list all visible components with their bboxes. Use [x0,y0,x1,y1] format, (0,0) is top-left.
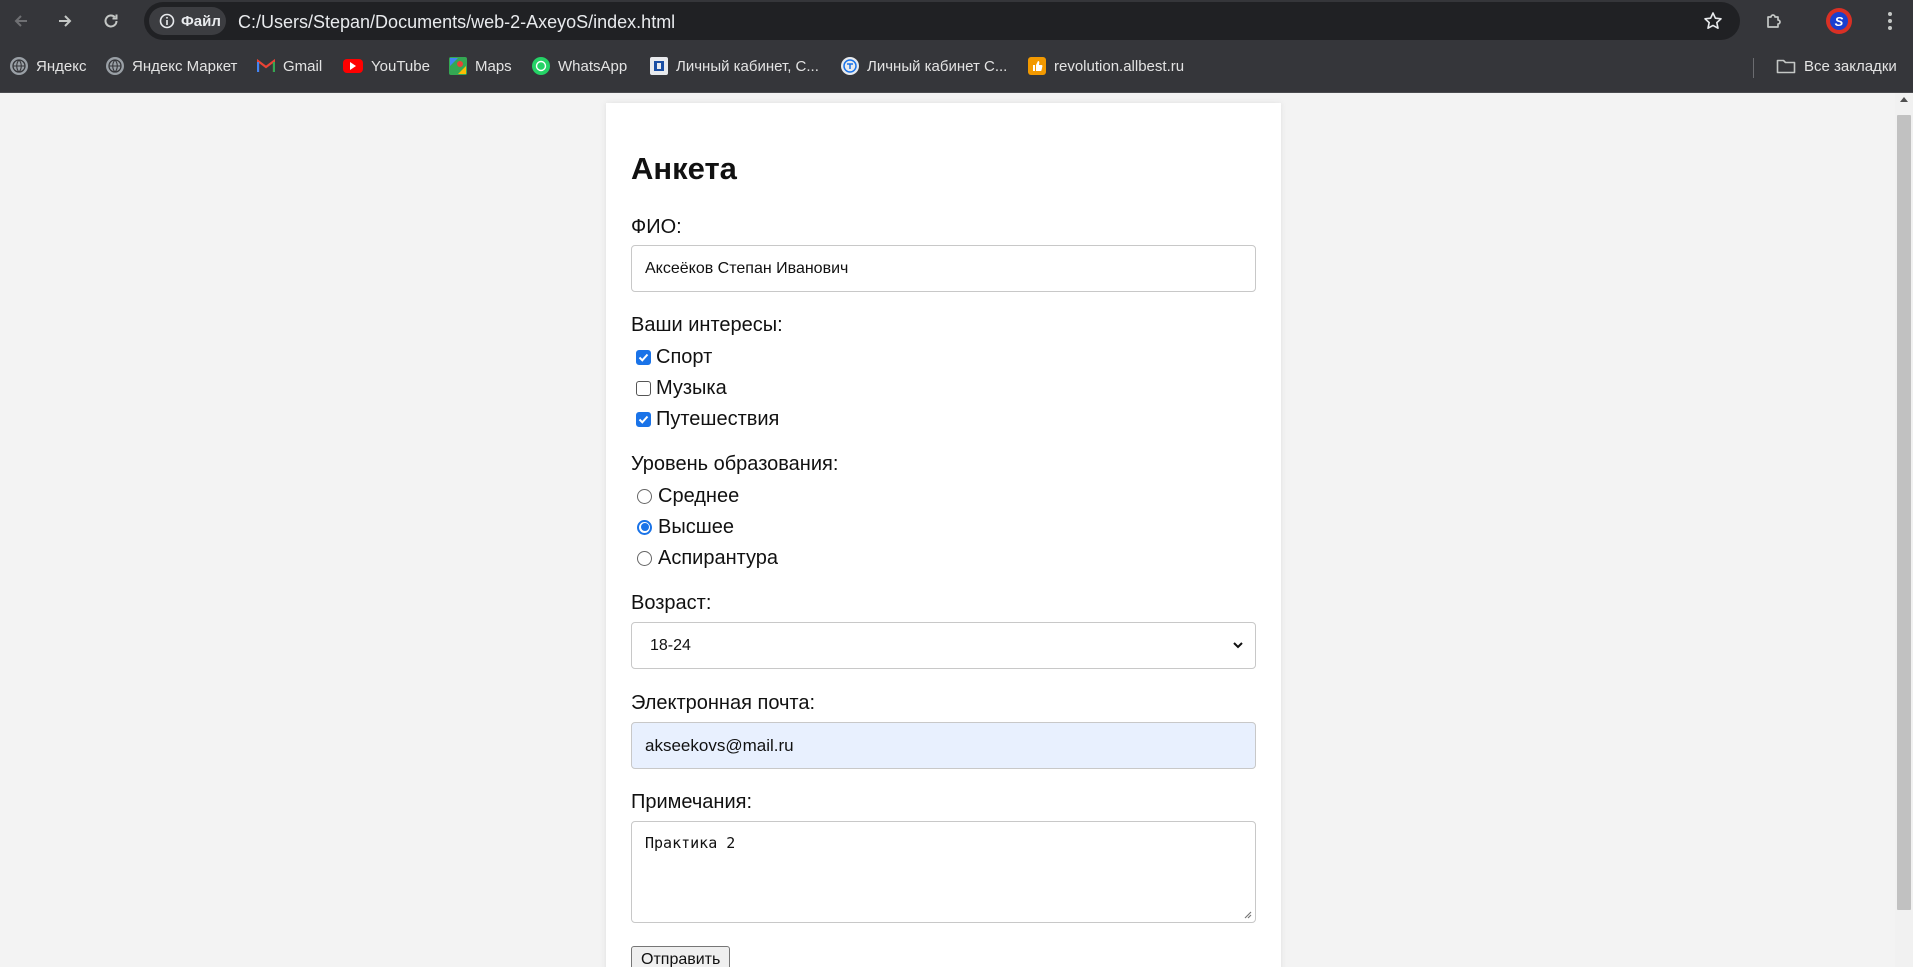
page-viewport: Анкета ФИО: Аксеёков Степан Иванович Ваш… [0,93,1895,967]
interest-travel[interactable]: Путешествия [636,407,779,431]
puzzle-icon [1767,14,1781,28]
profile-avatar[interactable]: S [1826,8,1852,34]
notes-textarea[interactable]: Практика 2 [631,821,1256,923]
radio-label: Аспирантура [658,546,779,569]
education-label: Уровень образования: [631,453,839,475]
interests-label: Ваши интересы: [631,314,783,336]
checkmark-icon [638,353,649,362]
interest-sport[interactable]: Спорт [636,345,712,369]
page-scrollbar[interactable] [1895,93,1913,967]
bookmark-label: WhatsApp [558,57,628,75]
fio-label: ФИО: [631,216,682,238]
reload-button[interactable] [96,7,126,35]
reload-icon [104,14,118,28]
bookmark-label: Gmail [283,57,323,75]
bookmark-label: Личный кабинет С... [867,57,1008,75]
arrow-left-icon [14,15,27,27]
radio-button[interactable] [637,550,652,566]
site-icon [841,57,859,75]
interest-music[interactable]: Музыка [636,376,727,400]
bookmark-youtube[interactable]: YouTube [343,54,430,78]
bookmark-gmail[interactable]: Gmail [257,54,322,78]
bookmark-personal-account-2[interactable]: Личный кабинет С... [841,54,1007,78]
email-field[interactable]: akseekovs@mail.ru [631,722,1256,769]
bookmark-label: Яндекс [36,57,87,75]
menu-dot-icon [1888,12,1892,16]
resize-grip-icon[interactable] [1243,910,1252,919]
checkbox[interactable] [636,411,651,427]
bookmark-maps[interactable]: Maps [449,54,512,78]
site-info-chip[interactable]: Файл [149,7,226,35]
checkbox-label: Путешествия [656,407,780,430]
radio-button[interactable] [637,488,652,504]
age-select-value: 18-24 [650,636,691,654]
star-icon [1704,12,1722,29]
age-select[interactable]: 18-24 [631,622,1256,669]
bookmark-personal-account-1[interactable]: Личный кабинет, С... [650,54,819,78]
bookmark-label: Личный кабинет, С... [676,57,819,75]
profile-initial: S [1830,12,1848,30]
browser-menu-button[interactable] [1880,8,1900,34]
forward-button[interactable] [50,7,80,35]
menu-dot-icon [1888,26,1892,30]
checkbox-label: Спорт [656,345,713,368]
form-card: Анкета ФИО: Аксеёков Степан Иванович Ваш… [606,103,1281,967]
url-text[interactable]: C:/Users/Stepan/Documents/web-2-AxeyoS/i… [238,12,675,33]
page-title: Анкета [631,151,737,186]
bookmark-label: YouTube [371,57,430,75]
checkmark-icon [638,415,649,424]
whatsapp-icon [532,57,550,75]
gmail-icon [257,57,275,75]
bookmarks-divider [1753,58,1754,78]
globe-icon [106,57,124,75]
folder-icon [1776,59,1796,74]
radio-button[interactable] [637,519,652,535]
back-button[interactable] [6,7,36,35]
education-higher[interactable]: Высшее [637,515,734,539]
checkbox[interactable] [636,349,651,365]
info-icon [159,13,175,29]
arrow-right-icon [59,15,72,27]
address-bar[interactable]: Файл C:/Users/Stepan/Documents/web-2-Axe… [144,2,1740,40]
chevron-down-icon [1233,642,1243,649]
fio-input[interactable]: Аксеёков Степан Иванович [631,245,1256,292]
all-bookmarks-label: Все закладки [1804,57,1897,75]
site-icon [650,57,668,75]
menu-dot-icon [1888,19,1892,23]
scroll-up-arrow-icon[interactable] [1900,97,1908,102]
notes-text: Практика 2 [645,834,736,852]
bookmark-yandex-market[interactable]: Яндекс Маркет [106,54,237,78]
radio-label: Среднее [658,484,740,507]
maps-icon [449,57,467,75]
all-bookmarks-button[interactable]: Все закладки [1776,54,1897,78]
scrollbar-thumb[interactable] [1897,115,1911,910]
bookmarks-bar: Яндекс Яндекс Маркет Gmail YouTube Maps … [0,42,1913,93]
extensions-button[interactable] [1760,7,1788,35]
bookmark-star-button[interactable] [1700,8,1726,34]
notes-label: Примечания: [631,791,753,813]
bookmark-label: revolution.allbest.ru [1054,57,1185,75]
submit-button[interactable]: Отправить [631,946,731,967]
youtube-icon [343,59,363,73]
age-label: Возраст: [631,592,712,614]
bookmark-allbest[interactable]: revolution.allbest.ru [1028,54,1184,78]
bookmark-label: Maps [475,57,512,75]
email-label: Электронная почта: [631,692,816,714]
thumbs-up-icon [1028,57,1046,75]
bookmark-yandex[interactable]: Яндекс [10,54,86,78]
checkbox-label: Музыка [656,376,727,399]
browser-toolbar: Файл C:/Users/Stepan/Documents/web-2-Axe… [0,0,1913,42]
bookmark-whatsapp[interactable]: WhatsApp [532,54,627,78]
education-postgraduate[interactable]: Аспирантура [637,546,778,570]
education-secondary[interactable]: Среднее [637,484,739,508]
radio-dot-icon [640,523,649,531]
site-chip-label: Файл [181,12,221,30]
checkbox[interactable] [636,380,651,396]
globe-icon [10,57,28,75]
bookmark-label: Яндекс Маркет [132,57,238,75]
radio-label: Высшее [658,515,735,538]
